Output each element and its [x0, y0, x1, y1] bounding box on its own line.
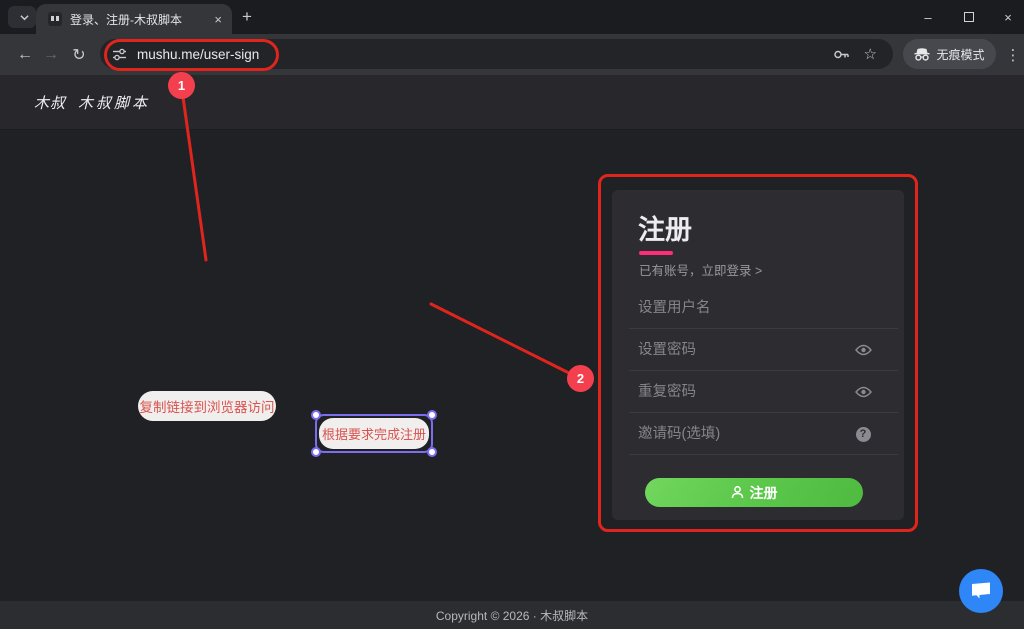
browser-toolbar: ← → ↻ mushu.me/user-sign ☆	[0, 34, 1024, 75]
annotation-selection-box[interactable]: 根据要求完成注册	[315, 414, 433, 453]
annotation-callout-2: 根据要求完成注册	[319, 418, 429, 449]
bookmark-star-icon[interactable]: ☆	[864, 45, 877, 63]
chat-widget-button[interactable]	[959, 569, 1003, 613]
back-button[interactable]: ←	[12, 34, 38, 75]
chat-bubble-icon	[970, 581, 992, 601]
window-minimize-button[interactable]: –	[917, 8, 939, 26]
chevron-down-icon	[20, 13, 29, 22]
register-card: 注册 已有账号，立即登录 >	[612, 190, 904, 520]
url-bar[interactable]: mushu.me/user-sign ☆	[100, 39, 893, 69]
invite-code-row: ?	[638, 421, 886, 451]
site-favicon-icon	[48, 12, 62, 26]
person-icon	[731, 486, 744, 499]
window-close-button[interactable]: ×	[997, 8, 1019, 26]
annotation-step-2: 2	[567, 365, 594, 392]
incognito-icon	[914, 48, 930, 61]
register-button[interactable]: 注册	[645, 478, 863, 507]
invite-code-input[interactable]	[638, 421, 828, 447]
logo-text: 木叔脚本	[78, 92, 150, 113]
field-underline	[629, 370, 898, 371]
register-title: 注册	[638, 208, 692, 247]
tab-title: 登录、注册-木叔脚本	[70, 11, 206, 28]
browser-menu-button[interactable]: ⋮	[1003, 34, 1023, 75]
site-settings-icon[interactable]	[112, 47, 127, 62]
maximize-icon	[964, 12, 974, 22]
forward-button: →	[38, 34, 64, 75]
eye-icon[interactable]	[854, 341, 872, 359]
password-row	[638, 337, 886, 367]
repeat-password-input[interactable]	[638, 379, 828, 405]
password-key-icon[interactable]	[833, 46, 850, 63]
title-accent-bar	[639, 251, 673, 255]
annotation-callout-1: 复制链接到浏览器访问	[138, 391, 276, 421]
new-tab-button[interactable]: +	[242, 7, 252, 27]
logo-mark: 木叔	[34, 92, 66, 113]
site-logo[interactable]: 木叔 木叔脚本	[34, 75, 150, 130]
register-button-label: 注册	[750, 483, 778, 503]
incognito-label: 无痕模式	[936, 46, 984, 63]
incognito-badge: 无痕模式	[903, 39, 996, 69]
selection-handle-ne[interactable]	[427, 410, 437, 420]
field-underline	[629, 328, 898, 329]
eye-icon[interactable]	[854, 383, 872, 401]
field-underline	[629, 454, 898, 455]
url-text[interactable]: mushu.me/user-sign	[137, 47, 833, 62]
field-underline	[629, 412, 898, 413]
selection-handle-sw[interactable]	[311, 447, 321, 457]
tab-search-button[interactable]	[8, 6, 36, 28]
password-input[interactable]	[638, 337, 828, 363]
browser-tab-strip: 登录、注册-木叔脚本 × + – ×	[0, 0, 1024, 34]
window-maximize-button[interactable]	[958, 8, 980, 26]
annotation-step-1: 1	[168, 72, 195, 99]
reload-button[interactable]: ↻	[66, 34, 92, 75]
browser-tab[interactable]: 登录、注册-木叔脚本 ×	[36, 4, 232, 34]
selection-handle-se[interactable]	[427, 447, 437, 457]
repeat-password-row	[638, 379, 886, 409]
username-row	[638, 295, 886, 325]
login-link[interactable]: 已有账号，立即登录 >	[639, 260, 762, 279]
tab-close-icon[interactable]: ×	[214, 13, 222, 26]
site-footer: Copyright © 2026 · 木叔脚本	[0, 601, 1024, 629]
selection-handle-nw[interactable]	[311, 410, 321, 420]
help-icon[interactable]: ?	[854, 425, 872, 443]
username-input[interactable]	[638, 295, 828, 321]
copyright-text: Copyright © 2026 · 木叔脚本	[436, 607, 588, 624]
site-navbar: 木叔 木叔脚本 试用 脚本 木叔 脚本	[0, 75, 1024, 130]
